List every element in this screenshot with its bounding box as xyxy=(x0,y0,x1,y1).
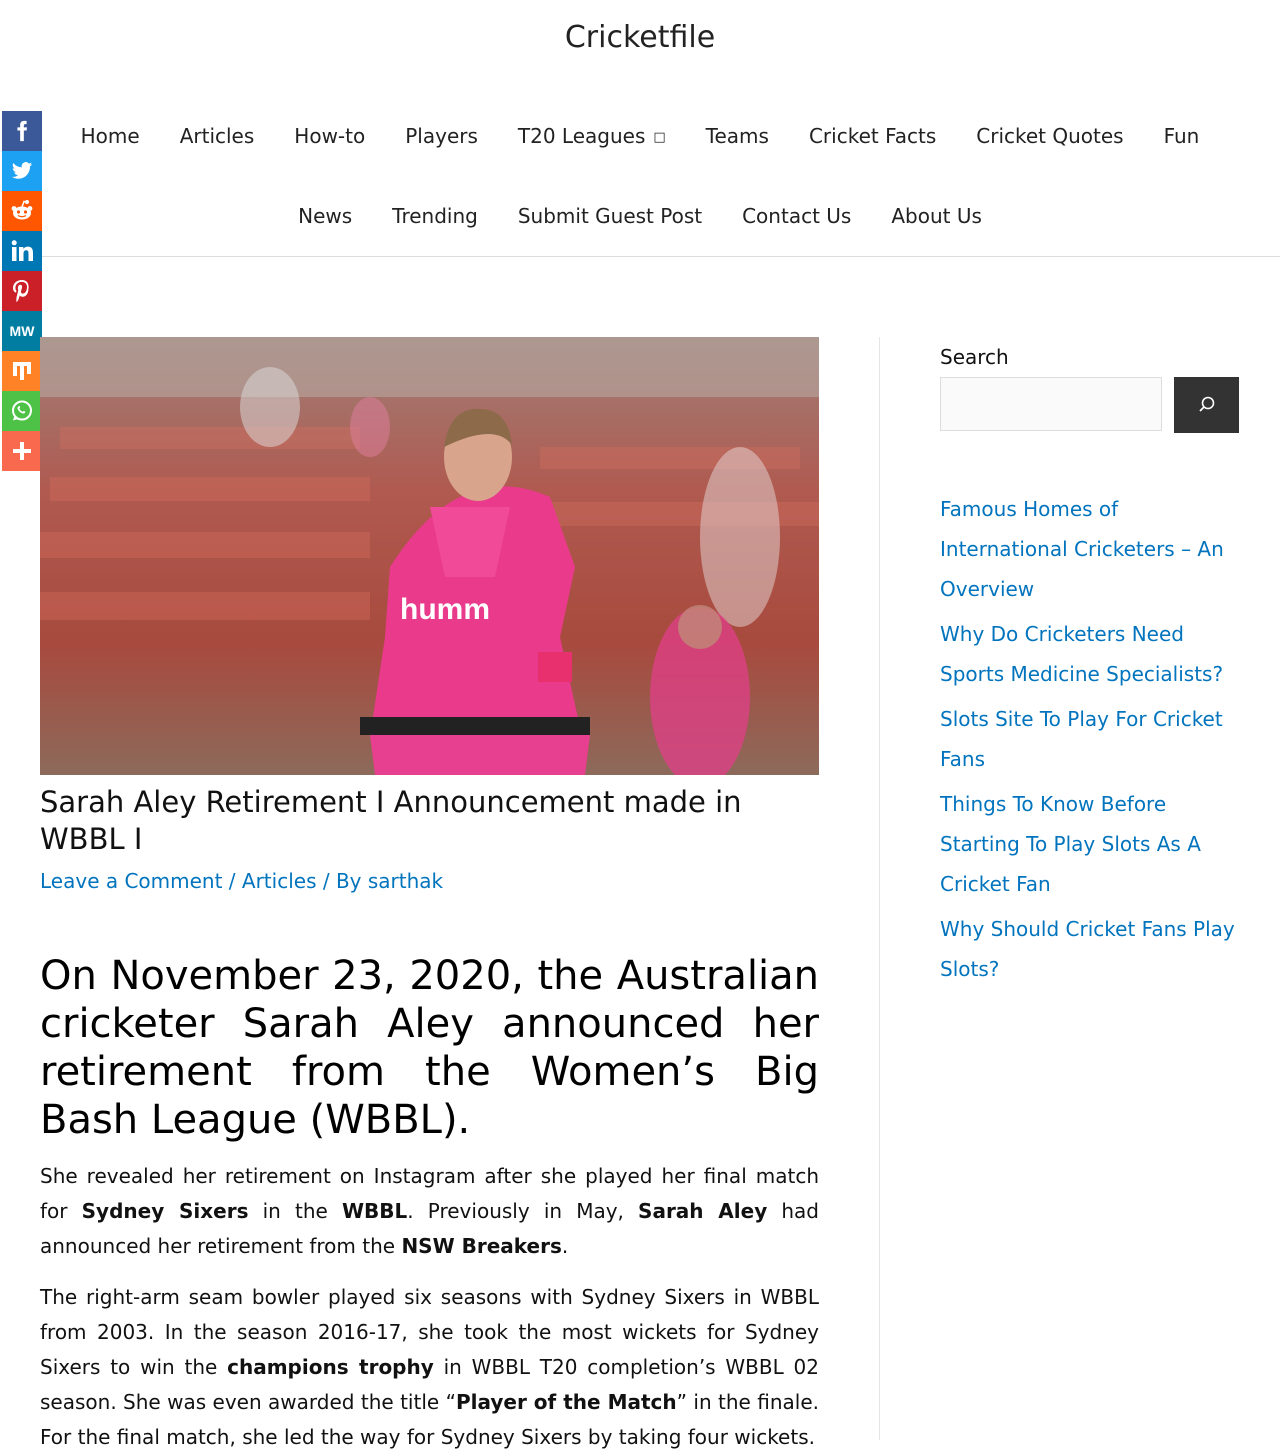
bold-text: Sarah Aley xyxy=(638,1199,768,1223)
sidebar-divider xyxy=(879,337,880,1440)
author-link[interactable]: sarthak xyxy=(368,869,443,893)
primary-nav-row-2: News Trending Submit Guest Post Contact … xyxy=(0,196,1280,236)
primary-nav-row-1: Home Articles How-to Players T20 Leagues… xyxy=(0,116,1280,158)
list-item: Why Do Cricketers Need Sports Medicine S… xyxy=(940,614,1240,694)
search-label: Search xyxy=(940,345,1009,369)
nav-about-us[interactable]: About Us xyxy=(891,196,982,236)
nav-how-to[interactable]: How-to xyxy=(294,116,365,158)
category-link[interactable]: Articles xyxy=(242,869,317,893)
linkedin-share-button[interactable] xyxy=(2,231,42,271)
plus-icon xyxy=(13,442,31,460)
bold-text: champions trophy xyxy=(227,1355,434,1379)
share-bar: MW xyxy=(2,111,42,471)
nav-cricket-facts[interactable]: Cricket Facts xyxy=(809,116,936,158)
text: in the xyxy=(248,1199,342,1223)
nav-news[interactable]: News xyxy=(298,196,352,236)
meta-by: / By xyxy=(316,869,368,893)
pinterest-icon xyxy=(13,280,29,303)
site-title[interactable]: Cricketfile xyxy=(0,18,1280,58)
nav-trending[interactable]: Trending xyxy=(392,196,478,236)
reddit-icon xyxy=(11,200,33,220)
nav-home[interactable]: Home xyxy=(81,116,140,158)
text: . Previously in May, xyxy=(407,1199,639,1223)
search-input[interactable] xyxy=(940,377,1162,431)
mix-icon xyxy=(13,362,31,380)
twitter-share-button[interactable] xyxy=(2,151,42,191)
featured-image: humm xyxy=(40,337,819,775)
facebook-share-button[interactable] xyxy=(2,111,42,151)
pinterest-share-button[interactable] xyxy=(2,271,42,311)
mewe-icon: MW xyxy=(9,323,35,339)
recent-posts-list: Famous Homes of International Cricketers… xyxy=(940,489,1240,994)
mewe-share-button[interactable]: MW xyxy=(2,311,42,351)
recent-post-link[interactable]: Famous Homes of International Cricketers… xyxy=(940,497,1224,601)
post-lead-heading: On November 23, 2020, the Australian cri… xyxy=(40,953,819,1143)
post-meta: Leave a Comment / Articles / By sarthak xyxy=(40,866,443,896)
featured-image-illustration: humm xyxy=(40,337,819,775)
svg-text:humm: humm xyxy=(400,593,490,626)
nav-contact-us[interactable]: Contact Us xyxy=(742,196,851,236)
nav-players[interactable]: Players xyxy=(405,116,478,158)
nav-fun[interactable]: Fun xyxy=(1164,116,1200,158)
nav-t20-leagues[interactable]: T20 Leagues □ xyxy=(518,116,666,158)
recent-post-link[interactable]: Why Do Cricketers Need Sports Medicine S… xyxy=(940,622,1223,686)
bold-text: WBBL xyxy=(341,1199,408,1223)
meta-separator: / xyxy=(222,869,242,893)
mix-share-button[interactable] xyxy=(2,351,42,391)
post-paragraph-1: She revealed her retirement on Instagram… xyxy=(40,1159,819,1264)
nav-cricket-quotes[interactable]: Cricket Quotes xyxy=(976,116,1123,158)
reddit-share-button[interactable] xyxy=(2,191,42,231)
list-item: Things To Know Before Starting To Play S… xyxy=(940,784,1240,904)
nav-teams[interactable]: Teams xyxy=(706,116,769,158)
search-icon xyxy=(1198,396,1214,412)
text: . xyxy=(561,1234,569,1258)
whatsapp-share-button[interactable] xyxy=(2,391,42,431)
dropdown-icon: □ xyxy=(653,130,666,145)
bold-text: Sydney Sixers xyxy=(81,1199,249,1223)
post-title: Sarah Aley Retirement I Announcement mad… xyxy=(40,785,742,856)
list-item: Why Should Cricket Fans Play Slots? xyxy=(940,909,1240,989)
leave-comment-link[interactable]: Leave a Comment xyxy=(40,869,222,893)
nav-articles[interactable]: Articles xyxy=(180,116,255,158)
list-item: Slots Site To Play For Cricket Fans xyxy=(940,699,1240,779)
more-share-button[interactable] xyxy=(2,431,42,471)
recent-post-link[interactable]: Things To Know Before Starting To Play S… xyxy=(940,792,1201,896)
linkedin-icon xyxy=(11,240,33,261)
header-divider xyxy=(42,256,1280,257)
recent-post-link[interactable]: Why Should Cricket Fans Play Slots? xyxy=(940,917,1235,981)
bold-text: Player of the Match xyxy=(455,1390,677,1414)
list-item: Famous Homes of International Cricketers… xyxy=(940,489,1240,609)
search-button[interactable] xyxy=(1174,377,1239,433)
twitter-icon xyxy=(11,162,33,179)
facebook-icon xyxy=(17,120,28,142)
nav-submit-guest-post[interactable]: Submit Guest Post xyxy=(518,196,702,236)
nav-t20-leagues-label: T20 Leagues xyxy=(517,124,646,148)
whatsapp-icon xyxy=(12,400,32,421)
post-paragraph-2: The right-arm seam bowler played six sea… xyxy=(40,1280,819,1455)
recent-post-link[interactable]: Slots Site To Play For Cricket Fans xyxy=(940,707,1223,771)
bold-text: NSW Breakers xyxy=(401,1234,562,1258)
